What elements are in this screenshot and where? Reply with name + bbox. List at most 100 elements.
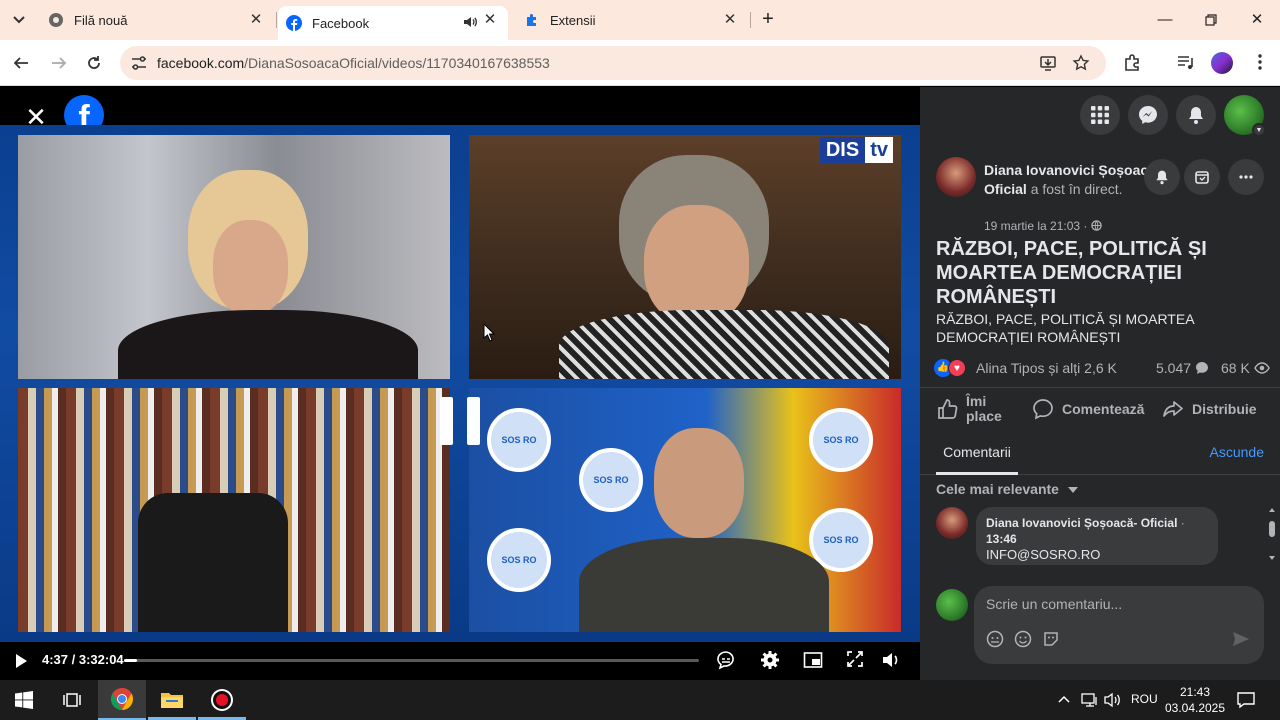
settings-gear-icon[interactable] [759, 650, 781, 672]
tab-comments[interactable]: Comentarii [936, 435, 1018, 475]
person-body [118, 310, 418, 379]
sos-ro-label: SOS RO [501, 435, 537, 445]
comment-button[interactable]: Comentează [1032, 394, 1144, 424]
video-panel-top-left [18, 135, 450, 379]
sos-ro-emblem: SOS RO [579, 448, 643, 512]
comments-count[interactable]: 5.047 [1156, 360, 1209, 376]
tab-close-icon[interactable]: ✕ [722, 12, 738, 28]
install-app-icon[interactable] [1039, 54, 1059, 72]
url-text[interactable]: facebook.com/DianaSosoacaOficial/videos/… [157, 55, 550, 71]
taskbar-recorder-icon[interactable] [198, 680, 246, 720]
window-close-icon[interactable]: ✕ [1242, 8, 1272, 32]
person-face [654, 428, 744, 538]
address-bar[interactable]: facebook.com/DianaSosoacaOficial/videos/… [120, 46, 1106, 80]
person-body [579, 538, 829, 632]
volume-speaker-icon[interactable] [1104, 692, 1122, 711]
share-button[interactable]: Distribuie [1162, 394, 1257, 424]
taskbar-chrome-icon[interactable] [98, 680, 146, 720]
taskbar-clock[interactable]: 21:43 03.04.2025 [1164, 684, 1226, 716]
input-language[interactable]: ROU [1131, 692, 1158, 706]
tab-close-icon[interactable]: ✕ [482, 12, 498, 28]
tab-new-tab[interactable]: Filă nouă ✕ [38, 0, 274, 40]
commenter-avatar[interactable] [936, 507, 968, 539]
speaker-icon[interactable] [462, 14, 478, 30]
volume-icon[interactable] [880, 650, 902, 672]
task-view-icon[interactable] [48, 680, 96, 720]
like-label: Îmi place [966, 393, 1002, 424]
facebook-top-nav: ▼ [920, 87, 1280, 143]
post-title: RĂZBOI, PACE, POLITICĂ ȘI MOARTEA DEMOCR… [936, 238, 1207, 308]
show-hidden-icons-chevron-icon[interactable] [1058, 692, 1070, 706]
captions-icon[interactable] [715, 650, 737, 672]
taskbar-file-explorer-icon[interactable] [148, 680, 196, 720]
avatar-sticker-icon[interactable] [986, 630, 1004, 648]
new-tab-plus-icon[interactable]: + [756, 8, 780, 32]
reactions-summary: 👍 ♥ Alina Tipos și alți 2,6 K 5.047 68 K [934, 357, 1270, 379]
video-frame[interactable]: DIS tv SOS RO SOS RO SOS RO SOS RO SOS R… [0, 125, 920, 642]
dis-tv-logo: DIS tv [819, 137, 893, 163]
back-arrow-icon[interactable] [10, 52, 32, 74]
post-actions-bar: Îmi place Comentează Distribuie [920, 387, 1280, 429]
more-options-icon[interactable] [1228, 159, 1264, 195]
forward-arrow-icon[interactable] [48, 52, 70, 74]
chevron-down-icon: ▼ [1252, 123, 1266, 137]
reload-icon[interactable] [83, 52, 105, 74]
sos-ro-label: SOS RO [501, 555, 537, 565]
comment-icon [1033, 399, 1053, 420]
notifications-bell-icon[interactable] [1176, 95, 1216, 135]
emoji-icon[interactable] [1014, 630, 1032, 648]
tab-facebook[interactable]: Facebook ✕ [278, 6, 508, 40]
post-side-panel: ▼ Diana Iovanovici Șoșoacă- Oficial a fo… [920, 87, 1280, 680]
post-date-text: 19 martie la 21:03 · [984, 219, 1091, 233]
comments-scrollbar[interactable] [1267, 505, 1277, 565]
post-date[interactable]: 19 martie la 21:03 · [984, 219, 1102, 233]
bookmark-star-icon[interactable] [1072, 54, 1092, 72]
hide-comments-link[interactable]: Ascunde [1210, 444, 1264, 460]
browser-toolbar: facebook.com/DianaSosoacaOficial/videos/… [0, 40, 1280, 86]
tab-close-icon[interactable]: ✕ [248, 12, 264, 28]
comment-author[interactable]: Diana Iovanovici Șoșoacă- Oficial [986, 516, 1177, 530]
tab-title: Extensii [550, 12, 596, 28]
miniplayer-icon[interactable] [802, 650, 824, 672]
sticker-icon[interactable] [1042, 630, 1060, 648]
messenger-icon[interactable] [1128, 95, 1168, 135]
network-icon[interactable] [1081, 692, 1099, 711]
person-body [559, 310, 889, 379]
comment-tools [986, 630, 1060, 648]
page-avatar[interactable] [936, 157, 976, 197]
love-reaction-icon: ♥ [948, 359, 966, 377]
play-icon[interactable] [10, 650, 32, 672]
sos-ro-label: SOS RO [593, 475, 629, 485]
like-button[interactable]: Îmi place [936, 394, 1016, 424]
url-path: /DianaSosoacaOficial/videos/117034016763… [244, 55, 550, 71]
chrome-menu-icon[interactable] [1250, 52, 1272, 74]
follow-bell-icon[interactable] [1144, 159, 1180, 195]
comments-count-value: 5.047 [1156, 360, 1192, 376]
comment-sort-dropdown[interactable]: Cele mai relevante [936, 481, 1079, 497]
restore-icon[interactable] [1196, 8, 1226, 32]
browser-profile-avatar[interactable] [1211, 52, 1233, 74]
thumbs-up-icon [938, 399, 958, 419]
pause-icon[interactable] [440, 397, 480, 445]
clock-date: 03.04.2025 [1164, 701, 1226, 715]
account-avatar[interactable]: ▼ [1224, 95, 1266, 137]
tab-search-chevron-icon[interactable] [6, 8, 32, 32]
tab-extensions[interactable]: Extensii ✕ [514, 0, 748, 40]
send-icon[interactable] [1232, 630, 1250, 648]
notification-center-icon[interactable] [1236, 690, 1258, 710]
save-post-icon[interactable] [1184, 159, 1220, 195]
my-avatar[interactable] [936, 589, 968, 621]
video-progress-bar[interactable] [124, 659, 699, 662]
media-controls-icon[interactable] [1176, 52, 1198, 74]
reactions-text[interactable]: Alina Tipos și alți 2,6 K [976, 360, 1117, 376]
comment-placeholder: Scrie un comentariu... [986, 596, 1123, 612]
fullscreen-icon[interactable] [844, 650, 866, 672]
minimize-icon[interactable]: — [1150, 8, 1180, 32]
comment-input[interactable]: Scrie un comentariu... [974, 586, 1264, 664]
site-info-tune-icon[interactable] [130, 55, 148, 71]
extensions-puzzle-icon[interactable] [1122, 52, 1144, 74]
video-panel-top-right: DIS tv [469, 135, 901, 379]
windows-start-icon[interactable] [0, 680, 48, 720]
video-player[interactable]: ✕ f DIS tv SOS RO SOS RO SOS RO SOS RO S… [0, 87, 920, 680]
menu-grid-icon[interactable] [1080, 95, 1120, 135]
